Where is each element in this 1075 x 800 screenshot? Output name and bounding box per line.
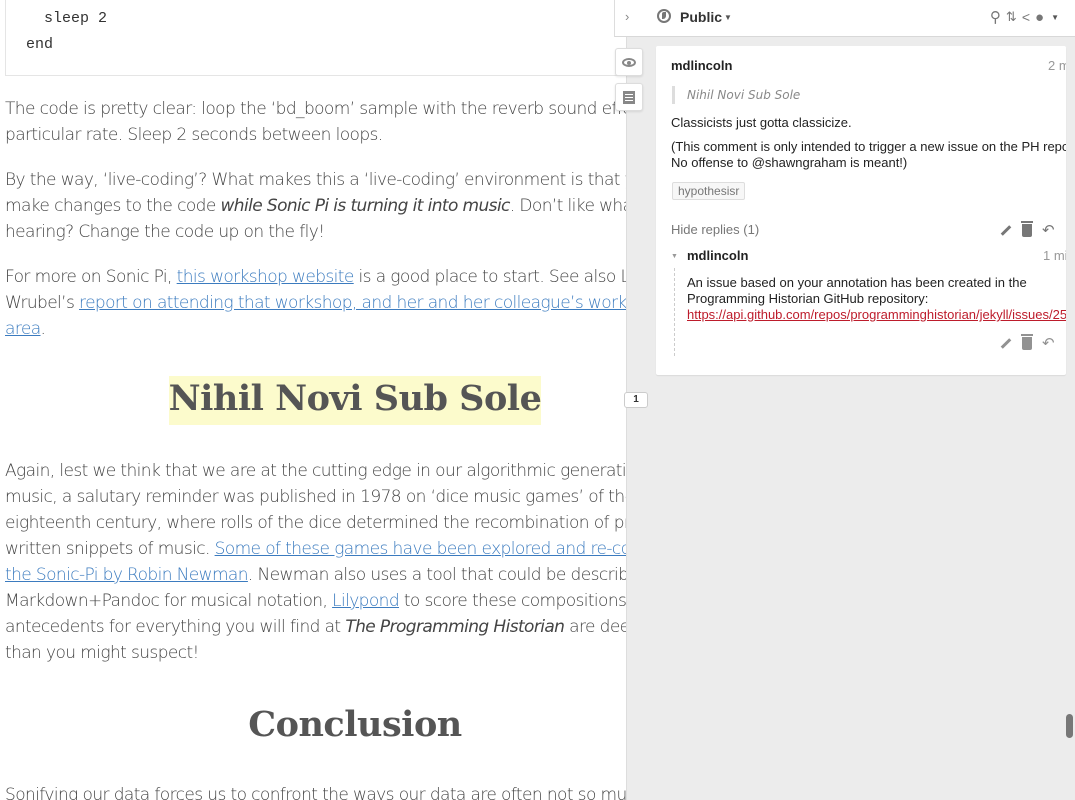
note-icon (623, 90, 635, 104)
share-icon[interactable]: < (1022, 9, 1030, 25)
sidebar-scrollbar[interactable] (1066, 714, 1073, 738)
paragraph-live-coding: By the way, ‘live-coding’? What makes th… (5, 170, 660, 242)
workshop-report-link[interactable]: report on attending that workshop, and h… (79, 293, 660, 313)
annotation-tag[interactable]: hypothesisr (672, 182, 746, 200)
reply-timestamp[interactable]: 1 min (1043, 248, 1066, 263)
paragraph-code-explanation: The code is pretty clear: loop the ‘bd_b… (5, 99, 660, 145)
paragraph-dice-music: Again, lest we think that we are at the … (5, 458, 660, 666)
annotation-username[interactable]: mdlincoln (671, 58, 732, 73)
user-icon[interactable]: ● (1035, 9, 1044, 26)
collapse-reply-icon[interactable]: ▼ (671, 253, 678, 260)
eye-icon (622, 57, 636, 67)
show-highlights-button[interactable] (615, 48, 643, 76)
code-line: sleep 2 (26, 10, 108, 27)
code-line: end (26, 36, 54, 53)
reply-icon[interactable]: ↶ (1042, 221, 1055, 239)
lilypond-link[interactable]: Lilypond (332, 591, 400, 611)
dice-games-link-cont[interactable]: the Sonic-Pi by Robin Newman (5, 565, 249, 585)
reply-icon[interactable]: ↶ (1042, 334, 1055, 352)
delete-icon[interactable] (1021, 220, 1033, 237)
github-issue-link[interactable]: https://api.github.com/repos/programming… (687, 307, 1066, 322)
annotation-count-badge[interactable]: 1 (624, 392, 648, 408)
article-content: sleep 2 end The code is pretty clear: loo… (0, 0, 660, 800)
caret-down-icon[interactable]: ▼ (1051, 13, 1059, 22)
code-block: sleep 2 end (5, 0, 645, 76)
section-heading-nihil: Nihil Novi Sub Sole (0, 376, 660, 425)
reply-text: An issue based on your annotation has be… (687, 275, 1066, 322)
workshop-website-link[interactable]: this workshop website (177, 267, 355, 287)
top-toolbar: ⚲ ⇅ < ● ▼ (990, 8, 1059, 27)
highlighted-annotation[interactable]: Nihil Novi Sub Sole (168, 376, 542, 425)
paragraph-more-sonic-pi: For more on Sonic Pi, this workshop webs… (5, 264, 660, 342)
globe-icon (657, 9, 671, 23)
sort-icon[interactable]: ⇅ (1006, 9, 1017, 25)
section-heading-conclusion: Conclusion (248, 704, 462, 745)
visibility-dropdown[interactable]: Public ▼ (680, 9, 732, 25)
reply-username[interactable]: mdlincoln (687, 248, 748, 263)
reply-annotation: ▼ mdlincoln 1 min An issue based on your… (671, 248, 1066, 356)
annotation-text: (This comment is only intended to trigge… (671, 139, 1066, 170)
workshop-report-link-cont[interactable]: area (5, 319, 41, 339)
hide-replies-toggle[interactable]: Hide replies (1) (671, 222, 759, 237)
caret-down-icon: ▼ (724, 13, 732, 22)
annotation-timestamp[interactable]: 2 min (1048, 58, 1066, 73)
delete-icon[interactable] (1021, 333, 1033, 350)
annotation-quote: Nihil Novi Sub Sole (672, 86, 800, 104)
annotation-actions: ↶ (1000, 220, 1055, 239)
thread-line (674, 268, 675, 356)
annotation-card[interactable]: mdlincoln 2 min Nihil Novi Sub Sole Clas… (656, 46, 1066, 375)
dice-games-link[interactable]: Some of these games have been explored a… (215, 539, 660, 559)
annotation-text: Classicists just gotta classicize. (671, 115, 852, 130)
sidebar-top-bar: › Public ▼ ⚲ ⇅ < ● ▼ (614, 0, 1075, 37)
edit-icon[interactable] (1000, 224, 1012, 236)
reply-actions: ↶ (1000, 333, 1055, 352)
edit-icon[interactable] (1000, 337, 1012, 349)
search-icon[interactable]: ⚲ (990, 8, 1001, 26)
collapse-sidebar-icon[interactable]: › (625, 9, 629, 24)
paragraph-conclusion: Sonifying our data forces us to confront… (5, 785, 646, 800)
new-page-note-button[interactable] (615, 83, 643, 111)
